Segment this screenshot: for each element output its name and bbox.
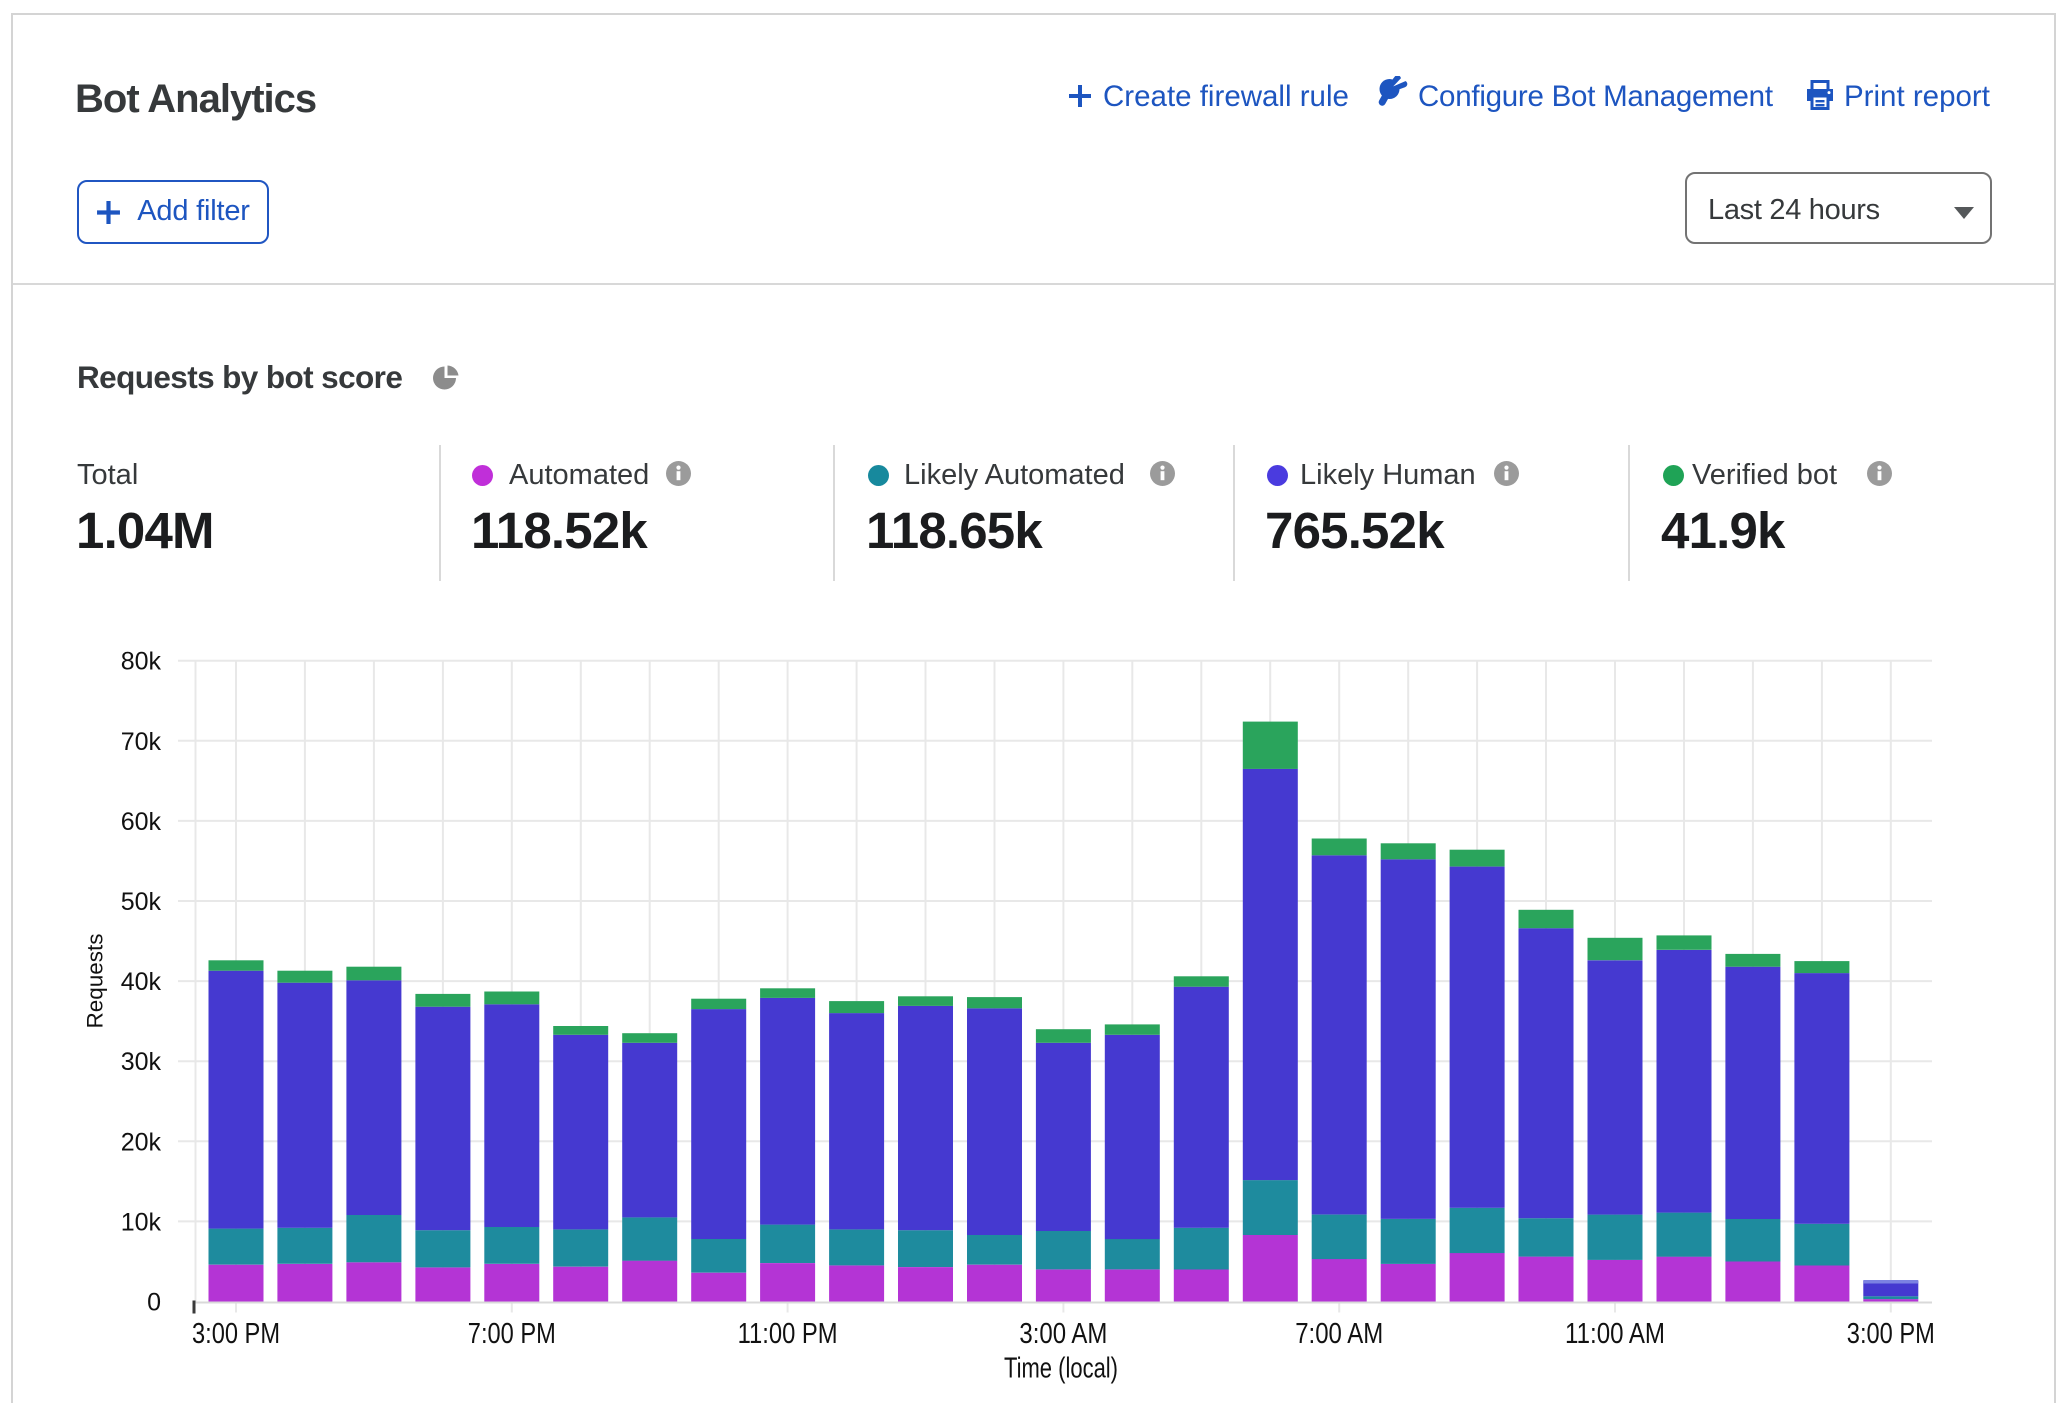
svg-text:Requests: Requests	[83, 933, 108, 1028]
svg-text:70k: 70k	[121, 728, 162, 756]
svg-text:3:00 PM: 3:00 PM	[1847, 1318, 1935, 1350]
svg-text:3:00 PM: 3:00 PM	[192, 1318, 280, 1350]
svg-text:7:00 PM: 7:00 PM	[468, 1318, 556, 1350]
svg-text:11:00 PM: 11:00 PM	[738, 1318, 838, 1350]
svg-text:3:00 AM: 3:00 AM	[1019, 1318, 1107, 1350]
svg-text:7:00 AM: 7:00 AM	[1295, 1318, 1383, 1350]
svg-text:11:00 AM: 11:00 AM	[1565, 1318, 1665, 1350]
svg-text:Time (local): Time (local)	[1004, 1353, 1118, 1385]
svg-text:20k: 20k	[121, 1128, 162, 1156]
svg-text:10k: 10k	[121, 1208, 162, 1236]
svg-text:30k: 30k	[121, 1048, 162, 1076]
svg-text:60k: 60k	[121, 808, 162, 836]
svg-text:0: 0	[147, 1289, 161, 1317]
svg-text:80k: 80k	[121, 648, 162, 676]
svg-text:50k: 50k	[121, 888, 162, 916]
svg-text:40k: 40k	[121, 968, 162, 996]
